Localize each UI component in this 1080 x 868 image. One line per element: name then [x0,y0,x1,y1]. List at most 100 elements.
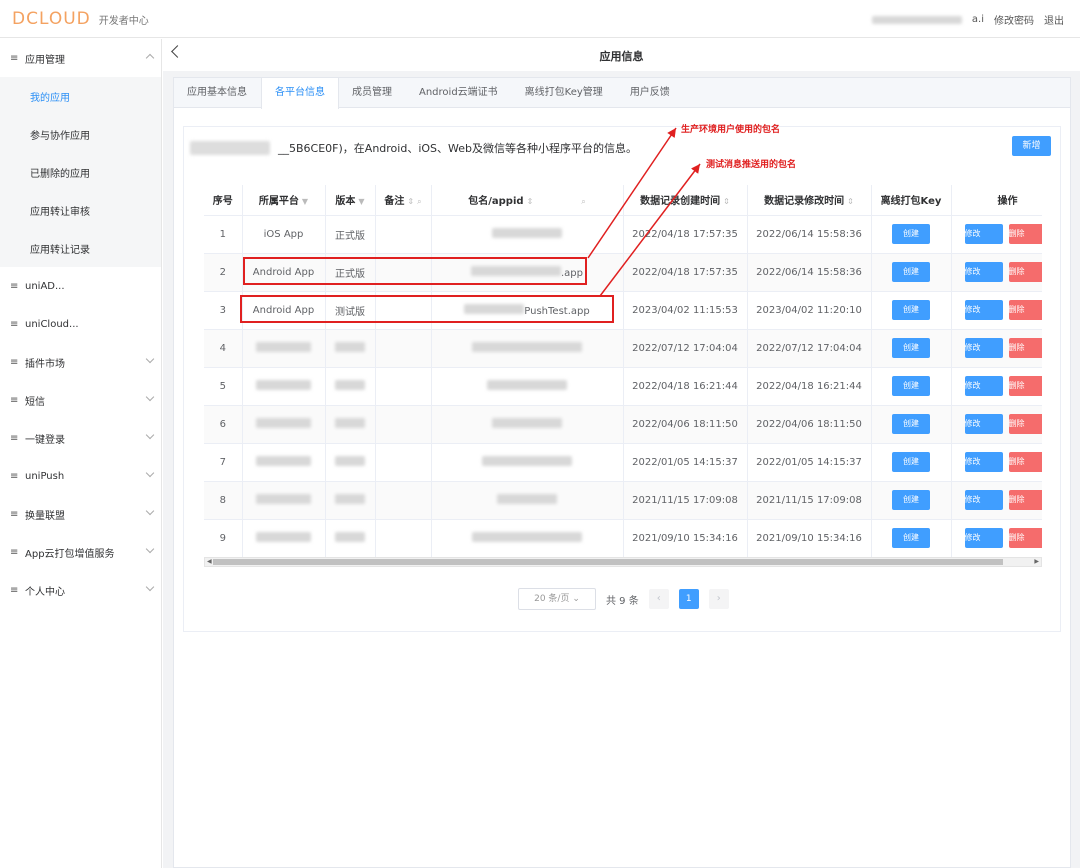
page-size-select[interactable]: 20 条/页 ⌄ [518,588,596,610]
tab-feedback[interactable]: 用户反馈 [617,78,684,107]
create-key-button[interactable]: 创建 [892,224,930,244]
create-key-button[interactable]: 创建 [892,490,930,510]
cell-version [325,481,376,520]
create-key-button[interactable]: 创建 [892,262,930,282]
sidebar-item-collab-apps[interactable]: 参与协作应用 [0,115,161,153]
menu-sms[interactable]: ≡ 短信 [0,381,161,419]
cell-version [325,443,376,482]
delete-button[interactable]: 删除 [1008,490,1042,510]
cell-created-text: 2022/01/05 14:15:37 [632,456,738,468]
tab-platform-info[interactable]: 各平台信息 [261,78,339,109]
scroll-left-icon[interactable]: ◀ [207,558,212,565]
sidebar-item-transfer-log[interactable]: 应用转让记录 [0,229,161,267]
th-package[interactable]: 包名/appid ⇕ ⌕ [431,185,624,216]
tab-offline-key[interactable]: 离线打包Key管理 [512,78,617,107]
tab-members[interactable]: 成员管理 [339,78,406,107]
sidebar-item-my-apps[interactable]: 我的应用 [0,77,161,115]
redacted-text [335,531,365,542]
sidebar-item-deleted-apps[interactable]: 已删除的应用 [0,153,161,191]
add-platform-button[interactable]: 新增 [1012,136,1051,156]
cell-created: 2022/04/18 16:21:44 [623,367,748,406]
cell-remark [375,405,432,444]
delete-button[interactable]: 删除 [1008,414,1042,434]
th-created[interactable]: 数据记录创建时间 ⇕ [623,185,748,216]
edit-button[interactable]: 修改 [964,490,1003,510]
cell-modified: 2022/04/06 18:11:50 [747,405,872,444]
sort-icon[interactable]: ⇕ [527,197,534,206]
menu-uniad[interactable]: ≡ uniAD... [0,267,161,305]
horizontal-scrollbar[interactable]: ◀ ▶ [204,557,1042,567]
menu-traffic-alliance[interactable]: ≡ 换量联盟 [0,495,161,533]
menu-personal-center[interactable]: ≡ 个人中心 [0,571,161,609]
cell-remark [375,481,432,520]
search-icon[interactable]: ⌕ [581,197,585,207]
create-key-button[interactable]: 创建 [892,414,930,434]
sidebar-item-transfer-review[interactable]: 应用转让审核 [0,191,161,229]
sort-icon[interactable]: ⇕ [407,197,414,206]
create-key-button[interactable]: 创建 [892,452,930,472]
list-icon: ≡ [10,394,19,406]
edit-button[interactable]: 修改 [964,452,1003,472]
edit-button[interactable]: 修改 [964,376,1003,396]
platform-table-wrap: 序号 所属平台 ▼ 版本 ▼ 备注 ⇕ ⌕ 包名/appid ⇕ ⌕ 数据记录创建时间 ⇕ 数… [204,185,1042,565]
edit-button[interactable]: 修改 [964,338,1003,358]
prev-page-button[interactable]: ‹ [648,589,669,609]
sort-icon[interactable]: ⇕ [723,197,730,206]
menu-app-management[interactable]: ≡ 应用管理 [0,39,161,77]
table-row: 8 2021/11/15 17:09:08 2021/11/15 17:09:08 创… [204,481,1042,520]
logout-link[interactable]: 退出 [1044,12,1064,27]
cell-modified-text: 2021/09/10 15:34:16 [756,532,862,544]
cell-index: 3 [204,291,243,330]
filter-icon[interactable]: ▼ [302,197,308,206]
delete-button[interactable]: 删除 [1008,224,1042,244]
change-password-link[interactable]: 修改密码 [994,12,1034,27]
username-redacted [871,15,962,24]
menu-unicloud[interactable]: ≡ uniCloud... [0,305,161,343]
edit-button[interactable]: 修改 [964,262,1003,282]
delete-button[interactable]: 删除 [1008,338,1042,358]
th-platform[interactable]: 所属平台 ▼ [242,185,326,216]
create-key-button[interactable]: 创建 [892,338,930,358]
delete-button[interactable]: 删除 [1008,376,1042,396]
edit-button[interactable]: 修改 [964,300,1003,320]
th-modified[interactable]: 数据记录修改时间 ⇕ [747,185,872,216]
menu-unipush[interactable]: ≡ uniPush [0,457,161,495]
delete-button[interactable]: 删除 [1008,528,1042,548]
filter-icon[interactable]: ▼ [358,197,364,206]
delete-button[interactable]: 删除 [1008,262,1042,282]
cell-platform [242,405,326,444]
menu-plugin-market[interactable]: ≡ 插件市场 [0,343,161,381]
create-key-button[interactable]: 创建 [892,300,930,320]
tab-basic-info[interactable]: 应用基本信息 [174,78,261,107]
sort-icon[interactable]: ⇕ [847,197,854,206]
logo[interactable]: DCLOUD 开发者中心 [12,9,149,29]
menu-one-click-login[interactable]: ≡ 一键登录 [0,419,161,457]
menu-label: uniCloud... [25,318,79,330]
cell-actions: 修改 删除 [951,443,1042,482]
delete-button[interactable]: 删除 [1008,300,1042,320]
cell-index: 8 [204,481,243,520]
search-icon[interactable]: ⌕ [417,197,421,207]
th-version[interactable]: 版本 ▼ [325,185,376,216]
menu-cloud-build[interactable]: ≡ App云打包增值服务 [0,533,161,571]
scrollbar-thumb[interactable] [213,559,1003,565]
tab-android-cert[interactable]: Android云端证书 [406,78,512,107]
edit-button[interactable]: 修改 [964,414,1003,434]
page-number-current[interactable]: 1 [678,589,699,609]
delete-button[interactable]: 删除 [1008,452,1042,472]
cell-package [431,215,624,254]
cell-actions: 修改 删除 [951,291,1042,330]
cell-platform [242,519,326,558]
redacted-text [497,493,557,504]
edit-button[interactable]: 修改 [964,528,1003,548]
cell-index-text: 4 [219,342,226,354]
table-row: 6 2022/04/06 18:11:50 2022/04/06 18:11:50 创… [204,405,1042,444]
create-key-button[interactable]: 创建 [892,376,930,396]
cell-remark [375,329,432,368]
redacted-text [256,455,311,466]
scroll-right-icon[interactable]: ▶ [1034,558,1039,565]
create-key-button[interactable]: 创建 [892,528,930,548]
th-remark[interactable]: 备注 ⇕ ⌕ [375,185,432,216]
edit-button[interactable]: 修改 [964,224,1003,244]
next-page-button[interactable]: › [708,589,729,609]
